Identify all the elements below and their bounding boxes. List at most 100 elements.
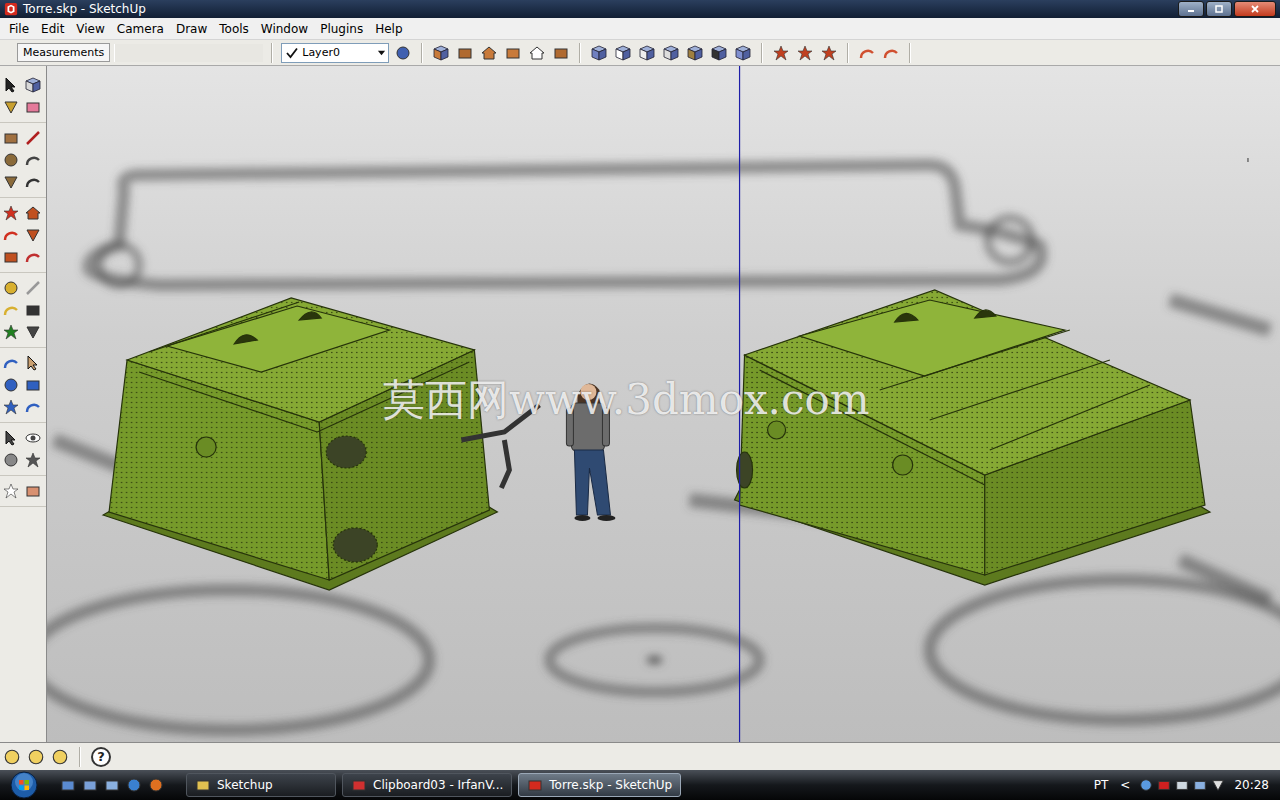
tool-button[interactable]	[1, 375, 21, 395]
user-icon[interactable]	[51, 748, 69, 766]
volume-icon[interactable]	[1211, 778, 1225, 792]
textured-style-icon[interactable]	[687, 45, 703, 61]
tool-button[interactable]	[1, 203, 21, 223]
tool-button[interactable]	[1, 225, 21, 245]
credits-icon[interactable]	[27, 748, 45, 766]
taskbar-button[interactable]: Sketchup	[186, 773, 336, 797]
push-pull-icon[interactable]	[25, 205, 41, 221]
tool-button[interactable]	[23, 481, 43, 501]
left-view-icon[interactable]	[553, 45, 569, 61]
iso-view-icon[interactable]	[433, 45, 449, 61]
dimension-icon[interactable]	[25, 280, 41, 296]
tool-button[interactable]	[23, 203, 43, 223]
menu-item[interactable]: Help	[369, 20, 408, 38]
toolbar-button[interactable]	[613, 43, 633, 63]
tool-button[interactable]	[23, 97, 43, 117]
tool-button[interactable]	[23, 172, 43, 192]
tool-button[interactable]	[1, 322, 21, 342]
tool-button[interactable]	[1, 172, 21, 192]
network-icon[interactable]	[1139, 778, 1153, 792]
tool-button[interactable]	[23, 247, 43, 267]
right-view-icon[interactable]	[505, 45, 521, 61]
hidden-line-style-icon[interactable]	[639, 45, 655, 61]
toolbar-button[interactable]	[527, 43, 547, 63]
eraser-icon[interactable]	[25, 99, 41, 115]
tool-button[interactable]	[23, 300, 43, 320]
toolbar-button[interactable]	[455, 43, 475, 63]
tool-button[interactable]	[1, 450, 21, 470]
sandbox-scratch-icon[interactable]	[797, 45, 813, 61]
tool-button[interactable]	[23, 450, 43, 470]
orbit-icon[interactable]	[3, 355, 19, 371]
offset-icon[interactable]	[25, 249, 41, 265]
tool-button[interactable]	[23, 278, 43, 298]
internet-explorer-icon[interactable]	[126, 777, 142, 793]
layer-manager-icon[interactable]	[395, 45, 411, 61]
explorer-icon[interactable]	[104, 777, 120, 793]
text-icon[interactable]	[25, 302, 41, 318]
tool-button[interactable]	[23, 428, 43, 448]
select-icon[interactable]	[3, 77, 19, 93]
menu-item[interactable]: View	[70, 20, 110, 38]
clock[interactable]: 20:28	[1231, 778, 1272, 792]
taskbar-button[interactable]: Clipboard03 - IrfanV...	[342, 773, 512, 797]
back-edges-style-icon[interactable]	[735, 45, 751, 61]
zoom-extents-icon[interactable]	[3, 399, 19, 415]
display-icon[interactable]	[1193, 778, 1207, 792]
toolbar-button[interactable]	[661, 43, 681, 63]
zoom-window-icon[interactable]	[25, 377, 41, 393]
menu-item[interactable]: Tools	[213, 20, 255, 38]
toolbar-button[interactable]	[431, 43, 451, 63]
toolbar-button[interactable]	[551, 43, 571, 63]
toolbar-button[interactable]	[795, 43, 815, 63]
show-desktop-icon[interactable]	[60, 777, 76, 793]
make-component-icon[interactable]	[25, 77, 41, 93]
toolbar-button[interactable]	[393, 43, 413, 63]
section-plane-icon[interactable]	[25, 452, 41, 468]
tray-expand-button[interactable]: <	[1117, 778, 1133, 792]
toolbar-button[interactable]	[503, 43, 523, 63]
menu-item[interactable]: Camera	[111, 20, 170, 38]
toolbar-button[interactable]	[709, 43, 729, 63]
toolbar-button[interactable]	[771, 43, 791, 63]
tool-button[interactable]	[1, 247, 21, 267]
menu-item[interactable]: Draw	[170, 20, 213, 38]
tool-button[interactable]	[23, 375, 43, 395]
scale-icon[interactable]	[3, 249, 19, 265]
firefox-icon[interactable]	[148, 777, 164, 793]
circle-icon[interactable]	[3, 152, 19, 168]
task-app-icon[interactable]	[195, 777, 211, 793]
menu-item[interactable]: Plugins	[314, 20, 369, 38]
usb-icon[interactable]	[1175, 778, 1189, 792]
tape-measure-icon[interactable]	[3, 280, 19, 296]
look-around-icon[interactable]	[25, 430, 41, 446]
intersect-icon[interactable]	[859, 45, 875, 61]
tool-button[interactable]	[23, 75, 43, 95]
toolbar-button[interactable]	[637, 43, 657, 63]
right-turret-model[interactable]	[735, 290, 1210, 585]
toggle-icon[interactable]	[3, 483, 19, 499]
maximize-button[interactable]	[1206, 1, 1232, 17]
front-view-icon[interactable]	[481, 45, 497, 61]
help-button[interactable]: ?	[91, 747, 111, 767]
top-view-icon[interactable]	[457, 45, 473, 61]
line-icon[interactable]	[25, 130, 41, 146]
menu-item[interactable]: Edit	[35, 20, 70, 38]
north-arrow-icon[interactable]	[821, 45, 837, 61]
tool-button[interactable]	[23, 150, 43, 170]
task-app-icon[interactable]	[527, 777, 543, 793]
rectangle-icon[interactable]	[3, 130, 19, 146]
freehand-icon[interactable]	[25, 174, 41, 190]
language-indicator[interactable]: PT	[1091, 778, 1112, 792]
wireframe-style-icon[interactable]	[615, 45, 631, 61]
tool-button[interactable]	[1, 428, 21, 448]
position-camera-icon[interactable]	[3, 430, 19, 446]
tool-button[interactable]	[1, 150, 21, 170]
toolbar-button[interactable]	[589, 43, 609, 63]
rotate-icon[interactable]	[3, 227, 19, 243]
arc-icon[interactable]	[25, 152, 41, 168]
measurements-field[interactable]	[114, 44, 263, 62]
back-view-icon[interactable]	[529, 45, 545, 61]
layer-dropdown[interactable]: Layer0	[281, 43, 389, 63]
axes-icon[interactable]	[3, 324, 19, 340]
